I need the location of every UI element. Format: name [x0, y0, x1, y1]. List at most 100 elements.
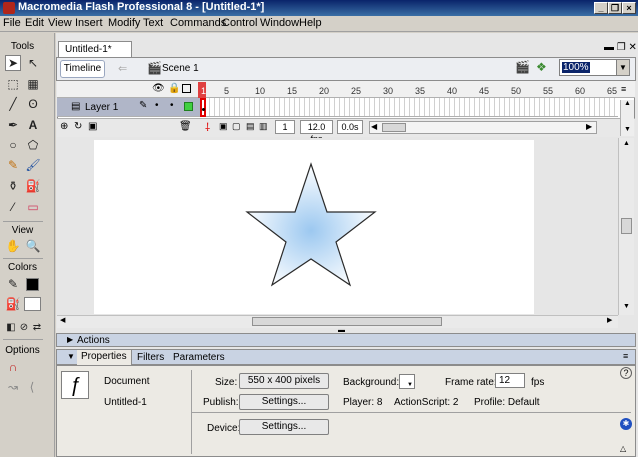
- menu-insert[interactable]: Insert: [75, 17, 103, 29]
- menu-edit[interactable]: Edit: [25, 17, 44, 29]
- menu-commands[interactable]: Commands: [170, 17, 226, 29]
- restore-icon[interactable]: ❐: [608, 2, 622, 14]
- stroke-color-icon[interactable]: ✎: [5, 276, 21, 292]
- star-shape[interactable]: [94, 140, 534, 314]
- onion-skin-icon[interactable]: ▣: [219, 121, 228, 132]
- add-guide-layer-icon[interactable]: ↻: [74, 121, 82, 132]
- accessibility-icon[interactable]: ✱: [620, 418, 632, 430]
- scroll-thumb[interactable]: [382, 123, 406, 132]
- selection-tool-icon[interactable]: ➤: [5, 55, 21, 71]
- visible-dot-icon[interactable]: •: [155, 100, 159, 111]
- stage[interactable]: [94, 140, 534, 314]
- size-button[interactable]: 550 x 400 pixels: [239, 373, 329, 389]
- modify-onion-markers-icon[interactable]: ▥: [259, 121, 268, 132]
- snap-magnet-icon[interactable]: ∩: [5, 359, 21, 375]
- edit-symbols-icon[interactable]: ❖: [536, 60, 547, 74]
- close-icon[interactable]: ×: [622, 2, 636, 14]
- back-arrow-icon[interactable]: ⇐: [118, 62, 127, 75]
- onion-outline-icon[interactable]: ▢: [232, 121, 241, 132]
- menu-modify[interactable]: Modify: [108, 17, 140, 29]
- scroll-left-icon[interactable]: ◀: [371, 122, 377, 131]
- pencil-tool-icon[interactable]: ✎: [5, 157, 21, 173]
- insert-folder-icon[interactable]: ▣: [88, 121, 97, 132]
- menu-view[interactable]: View: [48, 17, 72, 29]
- smooth-option-icon[interactable]: ↝: [5, 379, 21, 395]
- help-icon[interactable]: ?: [620, 367, 632, 379]
- expand-arrow-icon[interactable]: ▶: [67, 335, 73, 344]
- tab-properties[interactable]: Properties: [77, 350, 132, 365]
- menu-help[interactable]: Help: [299, 17, 322, 29]
- scroll-up-icon[interactable]: ▲: [623, 140, 630, 147]
- line-tool-icon[interactable]: ╱: [5, 96, 21, 112]
- eye-icon[interactable]: 👁: [152, 83, 165, 94]
- document-tab[interactable]: Untitled-1*: [58, 41, 132, 58]
- stroke-color-swatch[interactable]: [26, 278, 39, 291]
- scroll-right-icon[interactable]: ▶: [586, 122, 592, 131]
- stage-vscroll[interactable]: ▲ ▼: [618, 138, 634, 315]
- menu-text[interactable]: Text: [143, 17, 163, 29]
- eyedropper-tool-icon[interactable]: ⁄: [5, 199, 21, 215]
- menu-control[interactable]: Control: [222, 17, 257, 29]
- lasso-tool-icon[interactable]: ʘ: [25, 96, 41, 112]
- free-transform-tool-icon[interactable]: ⬚: [5, 76, 21, 92]
- scroll-left-icon[interactable]: ◀: [60, 316, 65, 324]
- lock-dot-icon[interactable]: •: [170, 100, 174, 111]
- fps-field[interactable]: 12.0 fps: [300, 120, 333, 144]
- menu-file[interactable]: File: [3, 17, 21, 29]
- hand-tool-icon[interactable]: ✋: [5, 238, 21, 254]
- zoom-select[interactable]: 100% ▼: [559, 59, 630, 76]
- frame-cells[interactable]: [200, 98, 618, 117]
- chevron-down-icon[interactable]: ▼: [616, 60, 629, 75]
- brush-tool-icon[interactable]: 🖌: [25, 157, 41, 173]
- publish-settings-button[interactable]: Settings...: [239, 394, 329, 410]
- fill-color-swatch[interactable]: [24, 297, 41, 311]
- insert-layer-icon[interactable]: ⊕: [60, 121, 68, 132]
- outline-icon[interactable]: [182, 84, 191, 93]
- fill-color-icon[interactable]: ⛽: [5, 296, 21, 312]
- background-color-swatch[interactable]: ▼: [399, 374, 415, 389]
- panel-menu-icon[interactable]: ≡: [623, 351, 628, 361]
- text-tool-icon[interactable]: A: [25, 117, 41, 133]
- timeline-menu-icon[interactable]: ≡: [621, 84, 626, 94]
- subselection-tool-icon[interactable]: ↖: [25, 55, 41, 71]
- layer-row[interactable]: ▤ Layer 1 ✎ • •: [57, 98, 200, 117]
- straighten-option-icon[interactable]: ⟨: [24, 379, 40, 395]
- doc-close-icon[interactable]: ✕: [629, 42, 637, 53]
- ink-bottle-tool-icon[interactable]: ⚱: [5, 178, 21, 194]
- edit-scene-icon[interactable]: 🎬: [515, 60, 530, 74]
- collapse-panel-icon[interactable]: △: [620, 444, 626, 453]
- paint-bucket-tool-icon[interactable]: ⛽: [25, 178, 41, 194]
- delete-layer-icon[interactable]: 🗑: [179, 121, 192, 132]
- eraser-tool-icon[interactable]: ▭: [25, 199, 41, 215]
- timeline-toggle-button[interactable]: Timeline: [60, 60, 105, 78]
- tab-parameters[interactable]: Parameters: [173, 352, 225, 363]
- timeline-hscroll[interactable]: ◀ ▶: [369, 121, 597, 134]
- scroll-thumb[interactable]: [252, 317, 442, 326]
- oval-tool-icon[interactable]: ○: [5, 137, 21, 153]
- scroll-up-icon[interactable]: ▲: [624, 100, 631, 107]
- doc-minimize-icon[interactable]: ▬: [604, 42, 614, 53]
- edit-multiple-frames-icon[interactable]: ▤: [246, 121, 255, 132]
- swap-colors-icon[interactable]: ⇄: [29, 320, 45, 336]
- scroll-down-icon[interactable]: ▼: [624, 126, 631, 133]
- scroll-down-icon[interactable]: ▼: [623, 303, 630, 310]
- scroll-thumb[interactable]: [621, 218, 632, 234]
- center-frame-icon[interactable]: ⸸: [205, 120, 210, 135]
- tab-filters[interactable]: Filters: [137, 352, 164, 363]
- device-settings-button[interactable]: Settings...: [239, 419, 329, 435]
- polystar-tool-icon[interactable]: ⬠: [25, 137, 41, 153]
- current-frame-field[interactable]: 1: [275, 120, 295, 134]
- doc-restore-icon[interactable]: ❐: [617, 42, 626, 53]
- timeline-vscroll[interactable]: ▲ ▼: [620, 100, 634, 136]
- scroll-right-icon[interactable]: ▶: [607, 316, 612, 324]
- actions-panel-header[interactable]: ▶ Actions: [56, 333, 636, 347]
- lock-icon[interactable]: 🔒: [168, 83, 180, 94]
- collapse-arrow-icon[interactable]: ▼: [67, 352, 75, 361]
- frame-rate-input[interactable]: 12: [495, 373, 525, 388]
- minimize-icon[interactable]: _: [594, 2, 608, 14]
- layer-color-icon[interactable]: [184, 102, 193, 111]
- fill-transform-tool-icon[interactable]: ▦: [25, 76, 41, 92]
- zoom-tool-icon[interactable]: 🔍: [25, 238, 41, 254]
- pen-tool-icon[interactable]: ✒: [5, 117, 21, 133]
- menu-window[interactable]: Window: [260, 17, 299, 29]
